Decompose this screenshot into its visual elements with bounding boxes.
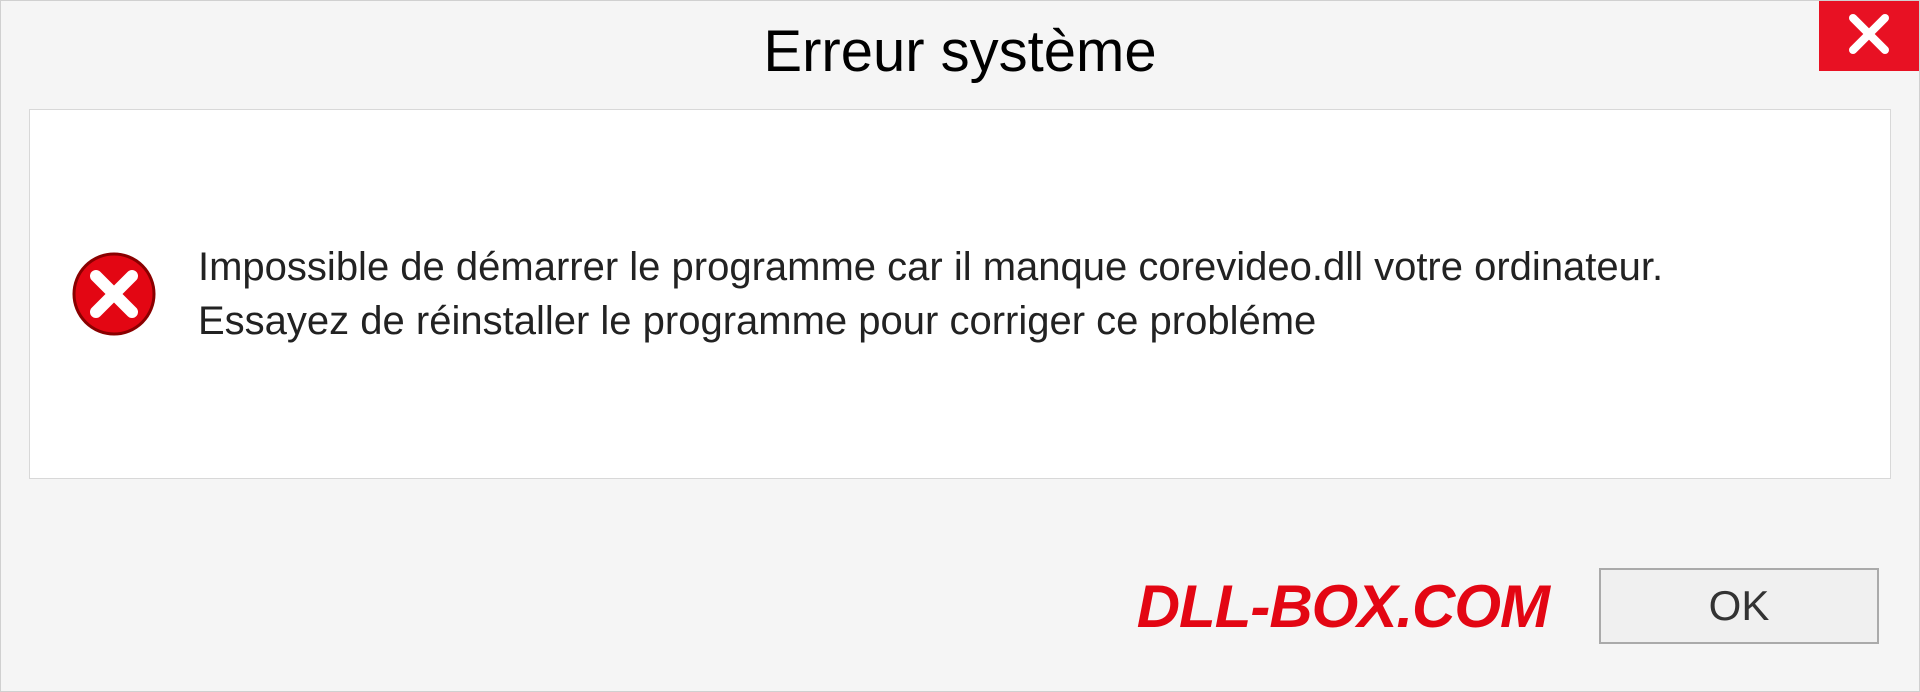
ok-button[interactable]: OK — [1599, 568, 1879, 644]
error-message: Impossible de démarrer le programme car … — [198, 240, 1798, 348]
dialog-content: Impossible de démarrer le programme car … — [29, 109, 1891, 479]
error-icon — [70, 250, 158, 338]
titlebar: Erreur système — [1, 1, 1919, 101]
brand-watermark: DLL-BOX.COM — [1137, 572, 1549, 641]
close-icon — [1847, 12, 1891, 61]
dialog-title: Erreur système — [763, 18, 1156, 85]
error-dialog: Erreur système Impossible de démarrer le… — [0, 0, 1920, 692]
dialog-footer: DLL-BOX.COM OK — [1, 521, 1919, 691]
close-button[interactable] — [1819, 1, 1919, 71]
